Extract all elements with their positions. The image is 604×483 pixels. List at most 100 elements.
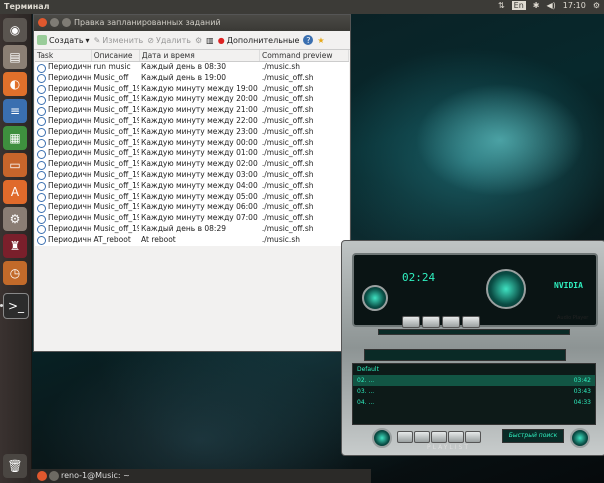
help-icon[interactable]: ? [303,35,314,45]
recurring-task-icon [37,182,46,192]
wine-icon[interactable]: ♜ [3,234,27,258]
datetime-cell: Каждую минуту между 03:00 и 03:59 [141,169,260,179]
playlist-button[interactable] [397,431,413,443]
task-table: Task Описание Дата и время Command previ… [35,50,349,246]
table-row[interactable]: ПериодичноMusic_off_19Каждую минуту межд… [35,115,349,127]
command-cell: ./music_off.sh [261,213,314,223]
close-knob[interactable] [570,428,590,448]
playlist-knob[interactable] [372,428,392,448]
playlist-item[interactable]: 03. ... 03:43 [353,386,595,397]
window-titlebar[interactable]: Правка запланированных заданий [34,15,350,31]
playlist-button[interactable] [448,431,464,443]
task-cell: Периодично [35,148,91,159]
playlist-button[interactable] [465,431,481,443]
table-row[interactable]: ПериодичноMusic_off_19Каждую минуту межд… [35,105,349,116]
task-cell: Периодично [35,202,91,213]
column-datetime[interactable]: Дата и время [140,50,260,61]
close-icon[interactable] [38,18,47,27]
table-body: Периодичноrun musicКаждый день в 08:30./… [35,62,349,246]
task-cell: Периодично [35,127,91,138]
datetime-cell: Каждую минуту между 23:00 и 23:59 [141,126,260,136]
command-cell: ./music_off.sh [261,223,314,233]
table-row[interactable]: ПериодичноMusic_off_19Каждый день в 08:2… [35,223,349,235]
terminal-title: reno-1@Music: ~ [61,471,130,480]
command-cell: ./music.sh [261,234,300,244]
dash-home-icon[interactable]: ◉ [3,18,27,42]
control-button[interactable] [402,316,420,328]
trash-icon[interactable]: 🗑 [3,454,27,478]
command-cell: ./music_off.sh [261,148,314,158]
delete-button[interactable]: ⊘ Удалить [147,36,191,45]
network-icon[interactable]: ⇅ [498,1,505,10]
control-button[interactable] [422,316,440,328]
active-app-title: Терминал [4,2,50,11]
recurring-task-icon [37,85,46,95]
table-row[interactable]: ПериодичноMusic_off_19Каждую минуту межд… [35,94,349,106]
software-center-icon[interactable]: A [3,180,27,204]
volume-knob[interactable] [362,285,388,311]
writer-icon[interactable]: ≡ [3,99,27,123]
star-icon[interactable]: ★ [317,36,324,45]
table-row[interactable]: Периодичноrun music Каждый день в 08:30 ./… [35,62,349,73]
system-settings-icon[interactable]: ⚙ [3,207,27,231]
bluetooth-icon[interactable]: ✱ [533,1,540,10]
table-row[interactable]: ПериодичноMusic_off_19Каждую минуту межд… [35,180,349,192]
media-player: 02:24 NVIDIA Audio Player Default 02. ..… [341,240,604,456]
gear-icon[interactable]: ⚙ [593,1,600,10]
column-command[interactable]: Command preview [260,50,349,61]
recurring-task-icon [37,214,46,224]
minimize-icon[interactable] [49,471,59,481]
playlist-item[interactable]: 02. ... 03:42 [353,375,595,386]
terminal-icon[interactable]: >_ [3,293,29,319]
play-pause-knob[interactable] [486,269,526,309]
playlist-item[interactable]: 04. ... 04:33 [353,397,595,408]
run-icon[interactable]: ⚙ [195,36,202,45]
datetime-cell: Каждый день в 08:30 [141,62,226,71]
calc-icon[interactable]: ▦ [3,126,27,150]
playlist-button[interactable] [431,431,447,443]
seek-bar[interactable] [378,329,570,335]
command-cell: ./music_off.sh [261,202,314,212]
create-button[interactable]: Создать ▾ [37,35,90,45]
table-row[interactable]: ПериодичноMusic_off_19Каждую минуту межд… [35,169,349,181]
firefox-icon[interactable]: ◐ [3,72,27,96]
system-tray: ⇅ En ✱ ◀) 17:10 ⚙ [498,1,600,10]
impress-icon[interactable]: ▭ [3,153,27,177]
keyboard-layout-indicator[interactable]: En [511,1,526,10]
table-row[interactable]: ПериодичноMusic_off_19Каждую минуту межд… [35,137,349,149]
table-row[interactable]: ПериодичноMusic_off_19Каждую минуту межд… [35,148,349,160]
scheduled-tasks-icon[interactable]: ◷ [3,261,27,285]
table-row[interactable]: ПериодичноMusic_off_19Каждую минуту межд… [35,202,349,214]
description-cell: Music_off_19 [93,105,140,115]
volume-icon[interactable]: ◀) [546,1,555,10]
description-cell: Music_off_19 [93,223,140,233]
table-row[interactable]: ПериодичноAT_reboot At reboot ./music.sh [35,234,349,246]
playlist-button[interactable] [414,431,430,443]
advanced-button[interactable]: ● Дополнительные [218,36,300,45]
description-cell: Music_off_19 [93,159,140,169]
close-icon[interactable] [37,471,47,481]
maximize-icon[interactable] [62,18,71,27]
table-row[interactable]: ПериодичноMusic_off Каждый день в 19:00 ./… [35,72,349,84]
edit-button[interactable]: ✎ Изменить [94,36,144,45]
column-description[interactable]: Описание [92,50,140,61]
control-button[interactable] [442,316,460,328]
minimize-icon[interactable] [50,18,59,27]
table-row[interactable]: ПериодичноMusic_off_19Каждую минуту межд… [35,83,349,95]
table-row[interactable]: ПериодичноMusic_off_19Каждую минуту межд… [35,159,349,170]
column-task[interactable]: Task [35,50,92,61]
table-row[interactable]: ПериодичноMusic_off_19Каждую минуту межд… [35,191,349,203]
description-cell: Music_off_19 [93,83,140,93]
clock[interactable]: 17:10 [563,1,586,10]
quick-search-input[interactable]: Быстрый поиск [502,429,564,443]
description-cell: Music_off_19 [93,126,140,136]
recurring-task-icon [37,95,46,105]
files-icon[interactable]: ▤ [3,45,27,69]
table-row[interactable]: ПериодичноMusic_off_19Каждую минуту межд… [35,126,349,138]
playlist-default-label[interactable]: Default [353,364,595,375]
table-row[interactable]: ПериодичноMusic_off_19Каждую минуту межд… [35,213,349,224]
description-cell: Music_off_19 [93,213,140,223]
template-icon[interactable]: ▥ [206,36,214,45]
terminal-window-titlebar[interactable]: reno-1@Music: ~ [31,469,371,483]
control-button[interactable] [462,316,480,328]
